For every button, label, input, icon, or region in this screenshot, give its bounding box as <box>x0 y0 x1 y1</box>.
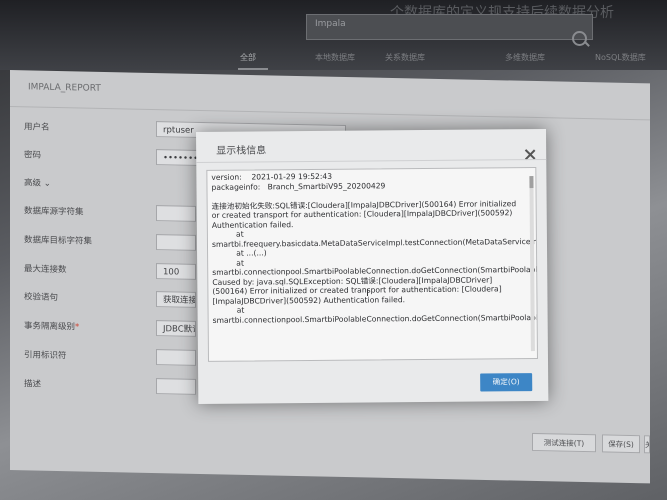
search-input[interactable]: Impala <box>306 14 593 40</box>
mouse-cursor-icon: I <box>366 288 369 299</box>
screen: 个数据库的定义规支持后续数据分析 Impala 全部 本地数据库 关系数据库 多… <box>0 0 667 500</box>
validation-query-select[interactable]: 获取连接时 <box>156 291 196 308</box>
close-button[interactable]: 关 <box>644 435 650 454</box>
isolation-level-select[interactable]: JDBC默认 <box>156 320 196 337</box>
ok-button[interactable]: 确定(O) <box>480 373 533 392</box>
dialog-divider <box>196 158 547 163</box>
validation-query-label: 校验语句 <box>24 292 59 304</box>
tab-relational-db[interactable]: 关系数据库 <box>385 52 425 63</box>
source-charset-label: 数据库源字符集 <box>24 206 84 218</box>
test-connection-button[interactable]: 测试连接(T) <box>532 432 596 453</box>
search-icon[interactable] <box>572 31 587 46</box>
stack-line: smartbi.connectionpool.SmartbiPoolableCo… <box>212 311 538 325</box>
source-charset-field[interactable] <box>156 205 196 222</box>
stack-line: 连接池初始化失败:SQL错误:[Cloudera][ImpalaJDBCDriv… <box>211 198 519 230</box>
dialog-title: 显示栈信息 <box>216 145 267 157</box>
tab-nosql-db[interactable]: NoSQL数据库 <box>595 52 646 63</box>
password-label: 密码 <box>24 150 42 161</box>
panel-header: IMPALA_REPORT <box>10 70 650 121</box>
stack-trace-text: version: 2021-01-29 19:52:43 packageinfo:… <box>211 170 538 325</box>
target-charset-field[interactable] <box>156 234 196 251</box>
quote-identifier-label: 引用标识符 <box>24 350 67 362</box>
active-tab-indicator <box>238 68 268 70</box>
description-field[interactable] <box>156 378 196 395</box>
tab-all[interactable]: 全部 <box>240 52 256 63</box>
isolation-level-label: 事务隔离级别* <box>24 321 80 333</box>
quote-identifier-field[interactable] <box>156 349 196 366</box>
max-connections-field[interactable]: 100 <box>156 263 196 280</box>
panel-title: IMPALA_REPORT <box>28 82 101 94</box>
search-value: Impala <box>315 19 346 29</box>
stack-trace-textarea[interactable]: version: 2021-01-29 19:52:43 packageinfo:… <box>206 167 538 362</box>
scrollbar[interactable] <box>529 176 535 352</box>
save-button[interactable]: 保存(S) <box>602 434 640 454</box>
target-charset-label: 数据库目标字符集 <box>24 235 93 247</box>
tab-local-db[interactable]: 本地数据库 <box>315 52 355 63</box>
max-connections-label: 最大连接数 <box>24 264 67 276</box>
category-tabs: 全部 本地数据库 关系数据库 多维数据库 NoSQL数据库 <box>220 52 667 72</box>
stack-info-dialog: 显示栈信息 version: 2021-01-29 19:52:43 packag… <box>196 128 549 404</box>
username-label: 用户名 <box>24 122 50 133</box>
advanced-toggle[interactable]: 高级 ⌄ <box>24 176 51 189</box>
tab-olap-db[interactable]: 多维数据库 <box>505 52 545 63</box>
description-label: 描述 <box>24 379 42 390</box>
stack-line: Caused by: java.sql.SQLException: SQL错误:… <box>212 274 502 306</box>
